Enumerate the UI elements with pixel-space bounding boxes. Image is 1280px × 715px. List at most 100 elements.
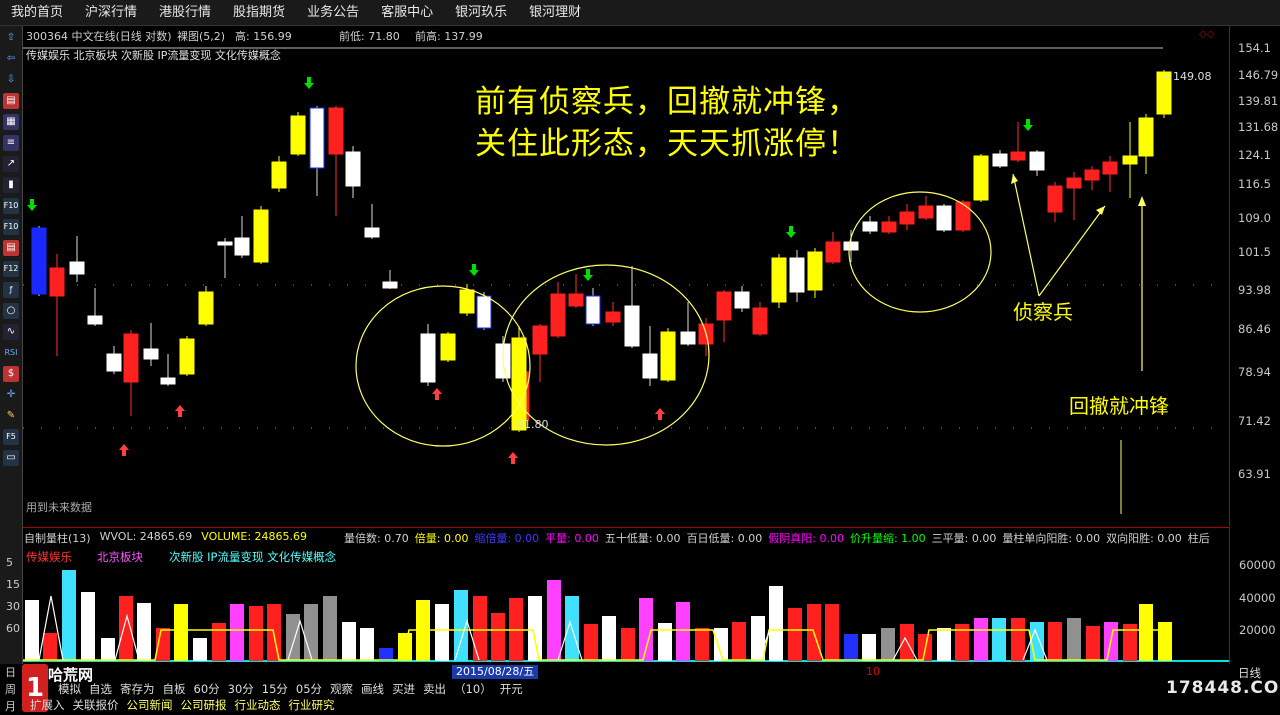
volume-bar [435, 604, 449, 661]
bottom-tab[interactable]: 05分 [292, 681, 326, 697]
candle-body [271, 161, 287, 189]
period-week[interactable]: 周 [5, 681, 16, 698]
up-arrow-icon[interactable]: ⇧ [3, 30, 19, 46]
vol-tick-40000: 40000 [1239, 591, 1276, 605]
bottom-tab[interactable]: 扩展入 [26, 697, 69, 713]
dollar-icon[interactable]: $ [3, 366, 19, 382]
candle-body [1102, 161, 1118, 175]
signal-arrow-down-icon [469, 264, 479, 276]
candle-body [1047, 185, 1063, 213]
menu-item-5[interactable]: 客服中心 [370, 0, 444, 25]
bottom-tab[interactable]: 15分 [258, 681, 292, 697]
rsi-icon[interactable]: RSI [3, 345, 19, 361]
candle-body [955, 201, 971, 231]
price-tick: 146.79 [1238, 68, 1279, 82]
bottom-tab[interactable]: 行业研究 [285, 697, 339, 713]
volume-bar [491, 613, 505, 661]
candle-body [511, 337, 527, 431]
wave-icon[interactable]: ∿ [3, 324, 19, 340]
site-watermark: 178448.COM [1166, 678, 1280, 698]
volume-bar [137, 603, 151, 661]
kline-icon[interactable]: ▮ [3, 177, 19, 193]
table-icon[interactable]: ▦ [3, 114, 19, 130]
bottom-tab[interactable]: 行业动态 [231, 697, 285, 713]
bottom-tab[interactable]: 模拟 [54, 681, 85, 697]
candle-body [752, 307, 768, 335]
candle-body [843, 241, 859, 251]
fn-icon[interactable]: ƒ [3, 282, 19, 298]
candle-body [290, 115, 306, 155]
price-tick: 131.68 [1238, 120, 1279, 134]
down-arrow-icon[interactable]: ⇩ [3, 72, 19, 88]
candle-body [459, 289, 475, 314]
menu-item-1[interactable]: 沪深行情 [74, 0, 148, 25]
candle-body [364, 227, 380, 238]
signal-arrow-down-icon [304, 77, 314, 89]
signal-arrow-down-icon [27, 199, 37, 211]
volume-bar [286, 614, 300, 661]
bottom-tab[interactable]: 卖出 [419, 681, 450, 697]
left-arrow-icon[interactable]: ⇦ [3, 51, 19, 67]
bottom-tab[interactable]: 观察 [326, 681, 357, 697]
left-number-30: 30 [6, 600, 20, 613]
volume-bar [212, 623, 226, 661]
cross-icon[interactable]: ✛ [3, 387, 19, 403]
volume-panel[interactable]: 自制量柱(13) WVOL: 24865.69 VOLUME: 24865.69… [23, 527, 1229, 666]
bottom-tab[interactable]: 自板 [159, 681, 190, 697]
volume-bar [974, 618, 988, 661]
bottom-tab[interactable]: 画线 [357, 681, 388, 697]
bottom-tab[interactable]: 寄存为 [116, 681, 159, 697]
bottom-bar: 日 周 月 1 哈荒网 2015/08/28/五 10 日线 模拟 自选 寄存为 自板… [0, 664, 1280, 714]
annotation-arrowhead-icon [1138, 196, 1146, 206]
f10-alt-icon[interactable]: F10 [3, 219, 19, 235]
window-icon[interactable]: ▭ [3, 450, 19, 466]
candle-body [106, 353, 122, 372]
candle-body [309, 107, 325, 169]
menu-item-3[interactable]: 股指期货 [222, 0, 296, 25]
bottom-tab[interactable]: 买进 [388, 681, 419, 697]
bottom-tab[interactable]: 公司研报 [177, 697, 231, 713]
price-tick: 86.46 [1238, 322, 1271, 336]
candle-body [253, 209, 269, 263]
volume-bar [81, 592, 95, 661]
bottom-tab[interactable]: 自选 [85, 681, 116, 697]
volume-bar [528, 596, 542, 661]
bottom-tab[interactable]: 30分 [224, 681, 258, 697]
f5-icon[interactable]: F5 [3, 429, 19, 445]
list-icon[interactable]: ≡ [3, 135, 19, 151]
menu-item-2[interactable]: 港股行情 [148, 0, 222, 25]
annotation-arrow [1012, 173, 1040, 297]
bottom-tab[interactable]: 公司新闻 [123, 697, 177, 713]
volume-bar [769, 586, 783, 661]
bottom-tab[interactable]: （10） [450, 681, 496, 697]
line-chart-icon[interactable]: ↗ [3, 156, 19, 172]
candle-body [87, 315, 103, 325]
kline-chart[interactable]: 300364 中文在线(日线 对数) 裸图(5,2) 高: 156.99 前低:… [23, 26, 1229, 526]
news-icon[interactable]: ▤ [3, 240, 19, 256]
pencil-icon[interactable]: ✎ [3, 408, 19, 424]
report-icon[interactable]: ▤ [3, 93, 19, 109]
menu-item-7[interactable]: 银河理财 [518, 0, 592, 25]
candle-body [31, 227, 47, 295]
f10-icon[interactable]: F10 [3, 198, 19, 214]
candle-body [217, 241, 233, 246]
menu-item-0[interactable]: 我的首页 [0, 0, 74, 25]
volume-axis: 60000 40000 20000 [1229, 527, 1280, 665]
bottom-tab[interactable]: 关联报价 [69, 697, 123, 713]
candle-body [825, 241, 841, 263]
menu-item-6[interactable]: 银河玖乐 [444, 0, 518, 25]
volume-bar [323, 596, 337, 661]
period-day[interactable]: 日 [5, 664, 16, 681]
high-price-label: 149.08 [1173, 70, 1212, 83]
circle-icon[interactable]: ○ [3, 303, 19, 319]
f12-icon[interactable]: F12 [3, 261, 19, 277]
candle-body [881, 221, 897, 233]
bottom-tab[interactable]: 60分 [190, 681, 224, 697]
signal-arrow-up-icon [432, 388, 442, 400]
menu-item-4[interactable]: 业务公告 [296, 0, 370, 25]
period-month[interactable]: 月 [5, 698, 16, 715]
candle-body [1066, 177, 1082, 189]
bottom-tab[interactable]: 开元 [496, 681, 527, 697]
left-number-5: 5 [6, 556, 13, 569]
bottom-tab-row-2: 扩展入 关联报价 公司新闻 公司研报 行业动态 行业研究 [26, 697, 339, 713]
